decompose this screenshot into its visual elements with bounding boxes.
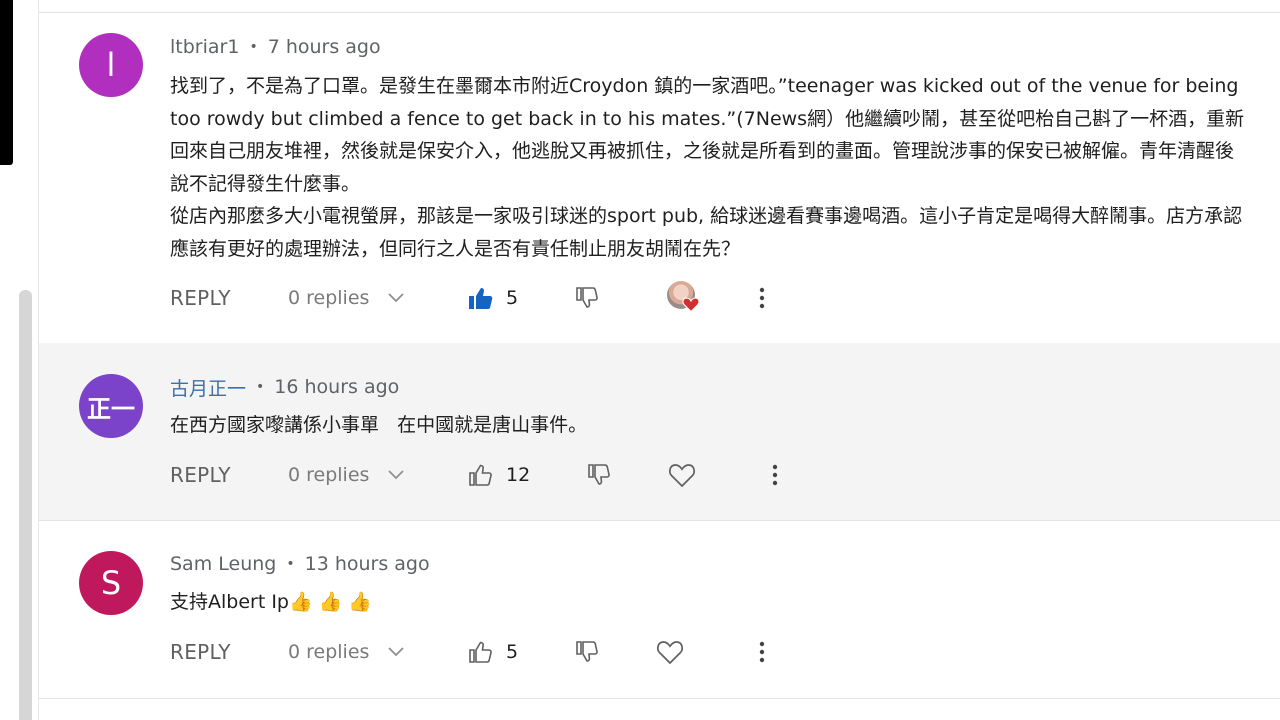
avatar-letter: 正一: [87, 394, 135, 423]
comment-paragraph: 找到了，不是為了口罩。是發生在墨爾本市附近Croydon 鎮的一家酒吧。”tee…: [170, 75, 1245, 195]
replies-count[interactable]: 0 replies: [288, 278, 369, 318]
thumbs-down-icon[interactable]: [572, 278, 602, 318]
comment-time[interactable]: 13 hours ago: [305, 553, 430, 575]
chevron-down-icon[interactable]: [386, 632, 406, 672]
author-name[interactable]: Sam Leung: [170, 553, 276, 575]
comment-actions: REPLY 0 replies 5: [170, 632, 870, 672]
comment-paragraph: 在西方國家嚟講係小事單 在中國就是唐山事件。: [170, 414, 588, 436]
separator-dot: •: [286, 556, 295, 572]
comment-meta: ltbriar1 • 7 hours ago: [170, 33, 381, 61]
author-name[interactable]: 古月正一: [170, 374, 246, 401]
more-options-icon[interactable]: [752, 278, 772, 318]
comment-item: S Sam Leung • 13 hours ago 支持Albert Ip👍 …: [39, 520, 1280, 699]
heart-icon[interactable]: [664, 455, 700, 495]
heart-icon: [682, 297, 700, 313]
comment-item: l ltbriar1 • 7 hours ago 找到了，不是為了口罩。是發生在…: [39, 13, 1280, 344]
like-count: 5: [506, 641, 519, 663]
separator-dot: •: [249, 39, 258, 55]
avatar[interactable]: 正一: [79, 374, 143, 438]
avatar-letter: S: [100, 564, 122, 602]
more-options-icon[interactable]: [765, 455, 785, 495]
scrollbar[interactable]: [19, 290, 32, 720]
thumbs-down-icon[interactable]: [584, 455, 614, 495]
chevron-down-icon[interactable]: [386, 278, 406, 318]
avatar-letter: l: [106, 46, 116, 84]
avatar[interactable]: l: [79, 33, 143, 97]
reply-button[interactable]: REPLY: [170, 455, 231, 495]
comment-text: 支持Albert Ip👍 👍 👍: [170, 586, 1250, 619]
comment-text: 找到了，不是為了口罩。是發生在墨爾本市附近Croydon 鎮的一家酒吧。”tee…: [170, 70, 1250, 265]
reply-button[interactable]: REPLY: [170, 278, 231, 318]
thumbs-up-icon[interactable]: [466, 278, 496, 318]
comment-paragraph: 支持Albert Ip👍 👍 👍: [170, 591, 373, 613]
chevron-down-icon[interactable]: [386, 455, 406, 495]
like-count: 5: [506, 287, 519, 309]
comment-text: 在西方國家嚟講係小事單 在中國就是唐山事件。: [170, 409, 1250, 442]
creator-avatar-heart: [667, 281, 701, 315]
heart-icon[interactable]: [652, 632, 688, 672]
thumbs-up-icon[interactable]: [466, 455, 496, 495]
reply-button[interactable]: REPLY: [170, 632, 231, 672]
comment-meta: Sam Leung • 13 hours ago: [170, 550, 430, 578]
like-count: 12: [506, 464, 531, 486]
thumbs-up-icon[interactable]: [466, 632, 496, 672]
comment-item: 正一 古月正一 • 16 hours ago 在西方國家嚟講係小事單 在中國就是…: [39, 343, 1280, 521]
comment-actions: REPLY 0 replies 5: [170, 278, 870, 318]
video-player-edge: [0, 0, 13, 165]
author-name[interactable]: ltbriar1: [170, 36, 239, 58]
comment-meta: 古月正一 • 16 hours ago: [170, 373, 399, 401]
separator-dot: •: [256, 379, 265, 395]
comment-paragraph: 從店內那麼多大小電視螢屏，那該是一家吸引球迷的sport pub, 給球迷邊看賽…: [170, 205, 1243, 260]
comment-actions: REPLY 0 replies 12: [170, 455, 870, 495]
comment-time[interactable]: 7 hours ago: [268, 36, 381, 58]
replies-count[interactable]: 0 replies: [288, 632, 369, 672]
more-options-icon[interactable]: [752, 632, 772, 672]
replies-count[interactable]: 0 replies: [288, 455, 369, 495]
comment-time[interactable]: 16 hours ago: [274, 376, 399, 398]
thumbs-down-icon[interactable]: [572, 632, 602, 672]
avatar[interactable]: S: [79, 551, 143, 615]
comments-page: l ltbriar1 • 7 hours ago 找到了，不是為了口罩。是發生在…: [0, 0, 1280, 720]
creator-heart-icon[interactable]: [666, 278, 702, 318]
